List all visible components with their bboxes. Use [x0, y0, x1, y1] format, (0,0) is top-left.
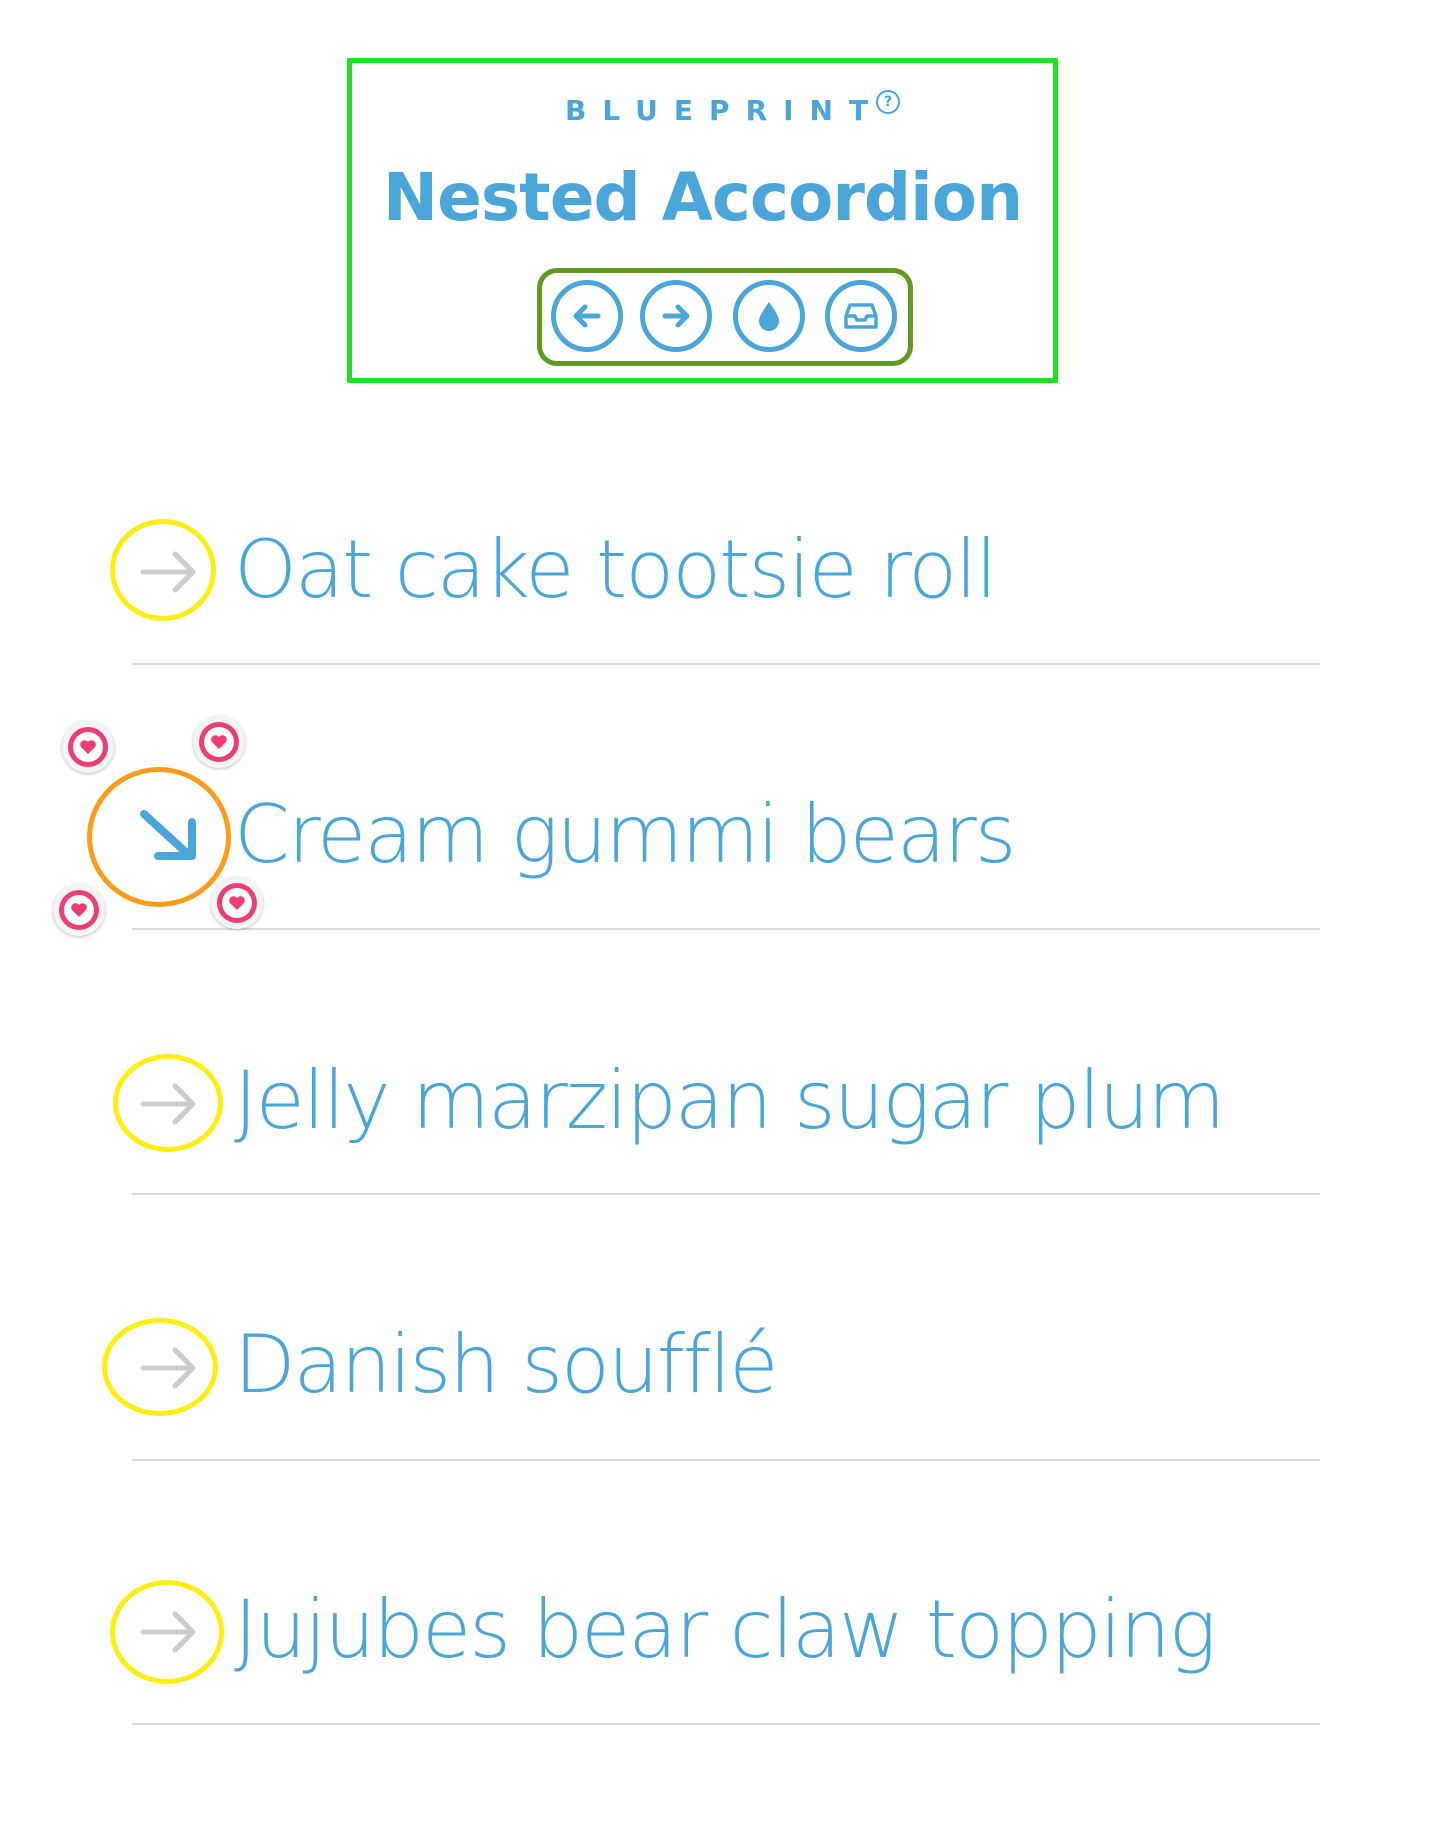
heart-badge: [53, 884, 105, 936]
divider: [132, 663, 1320, 665]
heart-icon: [229, 896, 245, 910]
forward-button[interactable]: [640, 280, 712, 352]
forward-arrow-icon: [662, 304, 690, 328]
divider: [132, 928, 1320, 930]
arrow-down-right-icon[interactable]: [124, 786, 224, 886]
divider: [132, 1723, 1320, 1725]
accordion-item-label[interactable]: Jujubes bear claw topping: [234, 1580, 1217, 1680]
help-icon[interactable]: ?: [876, 90, 901, 114]
divider: [132, 1193, 1320, 1195]
arrow-right-icon[interactable]: [119, 1318, 219, 1418]
inbox-icon: [844, 303, 878, 329]
heart-icon: [80, 740, 96, 754]
back-arrow-icon: [573, 304, 601, 328]
drop-button[interactable]: [733, 280, 805, 352]
heart-icon: [71, 903, 87, 917]
inbox-button[interactable]: [825, 280, 897, 352]
arrow-right-icon[interactable]: [119, 1582, 219, 1682]
heart-badge: [62, 721, 114, 773]
arrow-right-icon[interactable]: [119, 1054, 219, 1154]
heart-badge: [211, 877, 263, 929]
heart-icon: [211, 735, 227, 749]
heart-badge: [193, 716, 245, 768]
page: BLUEPRINT ? Nested Accordion Oat cake to…: [0, 0, 1444, 1846]
divider: [132, 1459, 1320, 1461]
arrow-right-icon[interactable]: [119, 522, 219, 622]
drop-icon: [759, 302, 779, 331]
back-button[interactable]: [551, 280, 623, 352]
accordion-item-label[interactable]: Danish soufflé: [234, 1315, 778, 1415]
page-title: Nested Accordion: [382, 159, 1023, 236]
brand-text: BLUEPRINT: [565, 94, 885, 127]
accordion-item-label[interactable]: Oat cake tootsie roll: [234, 520, 998, 620]
accordion-item-label[interactable]: Jelly marzipan sugar plum: [234, 1051, 1225, 1151]
brand: BLUEPRINT ?: [565, 90, 901, 132]
accordion-item-label[interactable]: Cream gummi bears: [234, 785, 1016, 885]
